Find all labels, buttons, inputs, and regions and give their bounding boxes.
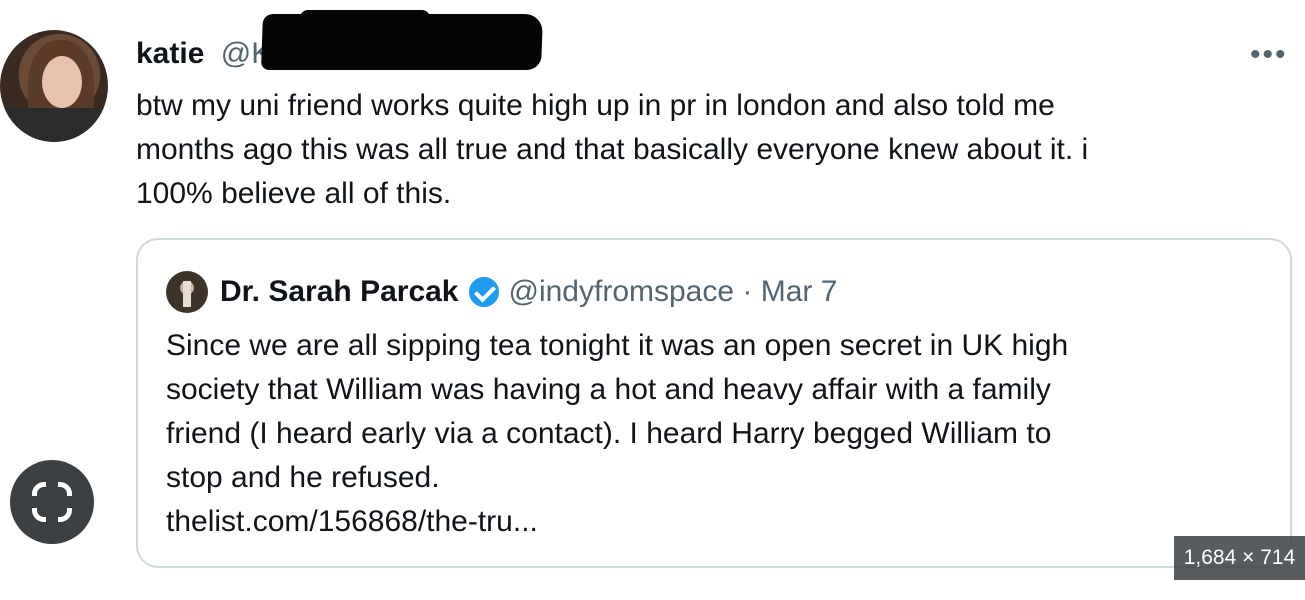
- tweet: katie @Ka ••• btw my uni friend works qu…: [0, 0, 1305, 600]
- author-name[interactable]: katie: [136, 37, 204, 70]
- ellipsis-icon[interactable]: •••: [1250, 38, 1288, 72]
- tweet-text-line: months ago this was all true and that ba…: [136, 133, 1089, 166]
- quoted-text-line: society that William was having a hot an…: [166, 373, 1051, 406]
- quoted-meta[interactable]: @indyfromspace · Mar 7: [509, 270, 838, 314]
- avatar[interactable]: [0, 30, 108, 142]
- quoted-tweet-header: Dr. Sarah Parcak @indyfromspace · Mar 7: [166, 270, 837, 314]
- quoted-text-line: Since we are all sipping tea tonight it …: [166, 329, 1069, 362]
- redaction-mark: [300, 10, 430, 40]
- quoted-tweet-text: Since we are all sipping tea tonight it …: [166, 324, 1266, 544]
- quoted-author-name[interactable]: Dr. Sarah Parcak: [220, 270, 459, 314]
- google-lens-icon[interactable]: [10, 460, 94, 544]
- quoted-tweet[interactable]: Dr. Sarah Parcak @indyfromspace · Mar 7 …: [136, 238, 1292, 568]
- quoted-text-line: friend (I heard early via a contact). I …: [166, 417, 1052, 450]
- avatar-shirt: [0, 108, 108, 142]
- quoted-text-line: stop and he refused.: [166, 461, 440, 494]
- avatar-face: [42, 56, 82, 108]
- image-dimensions-badge: 1,684 × 714: [1174, 536, 1305, 580]
- quoted-avatar[interactable]: [166, 271, 208, 313]
- quoted-link[interactable]: thelist.com/156868/the-tru...: [166, 500, 1266, 544]
- tweet-text-line: btw my uni friend works quite high up in…: [136, 89, 1055, 122]
- tweet-text: btw my uni friend works quite high up in…: [136, 84, 1276, 216]
- verified-badge-icon: [468, 277, 499, 307]
- lens-gap: [28, 496, 76, 508]
- tweet-text-line: 100% believe all of this.: [136, 177, 452, 210]
